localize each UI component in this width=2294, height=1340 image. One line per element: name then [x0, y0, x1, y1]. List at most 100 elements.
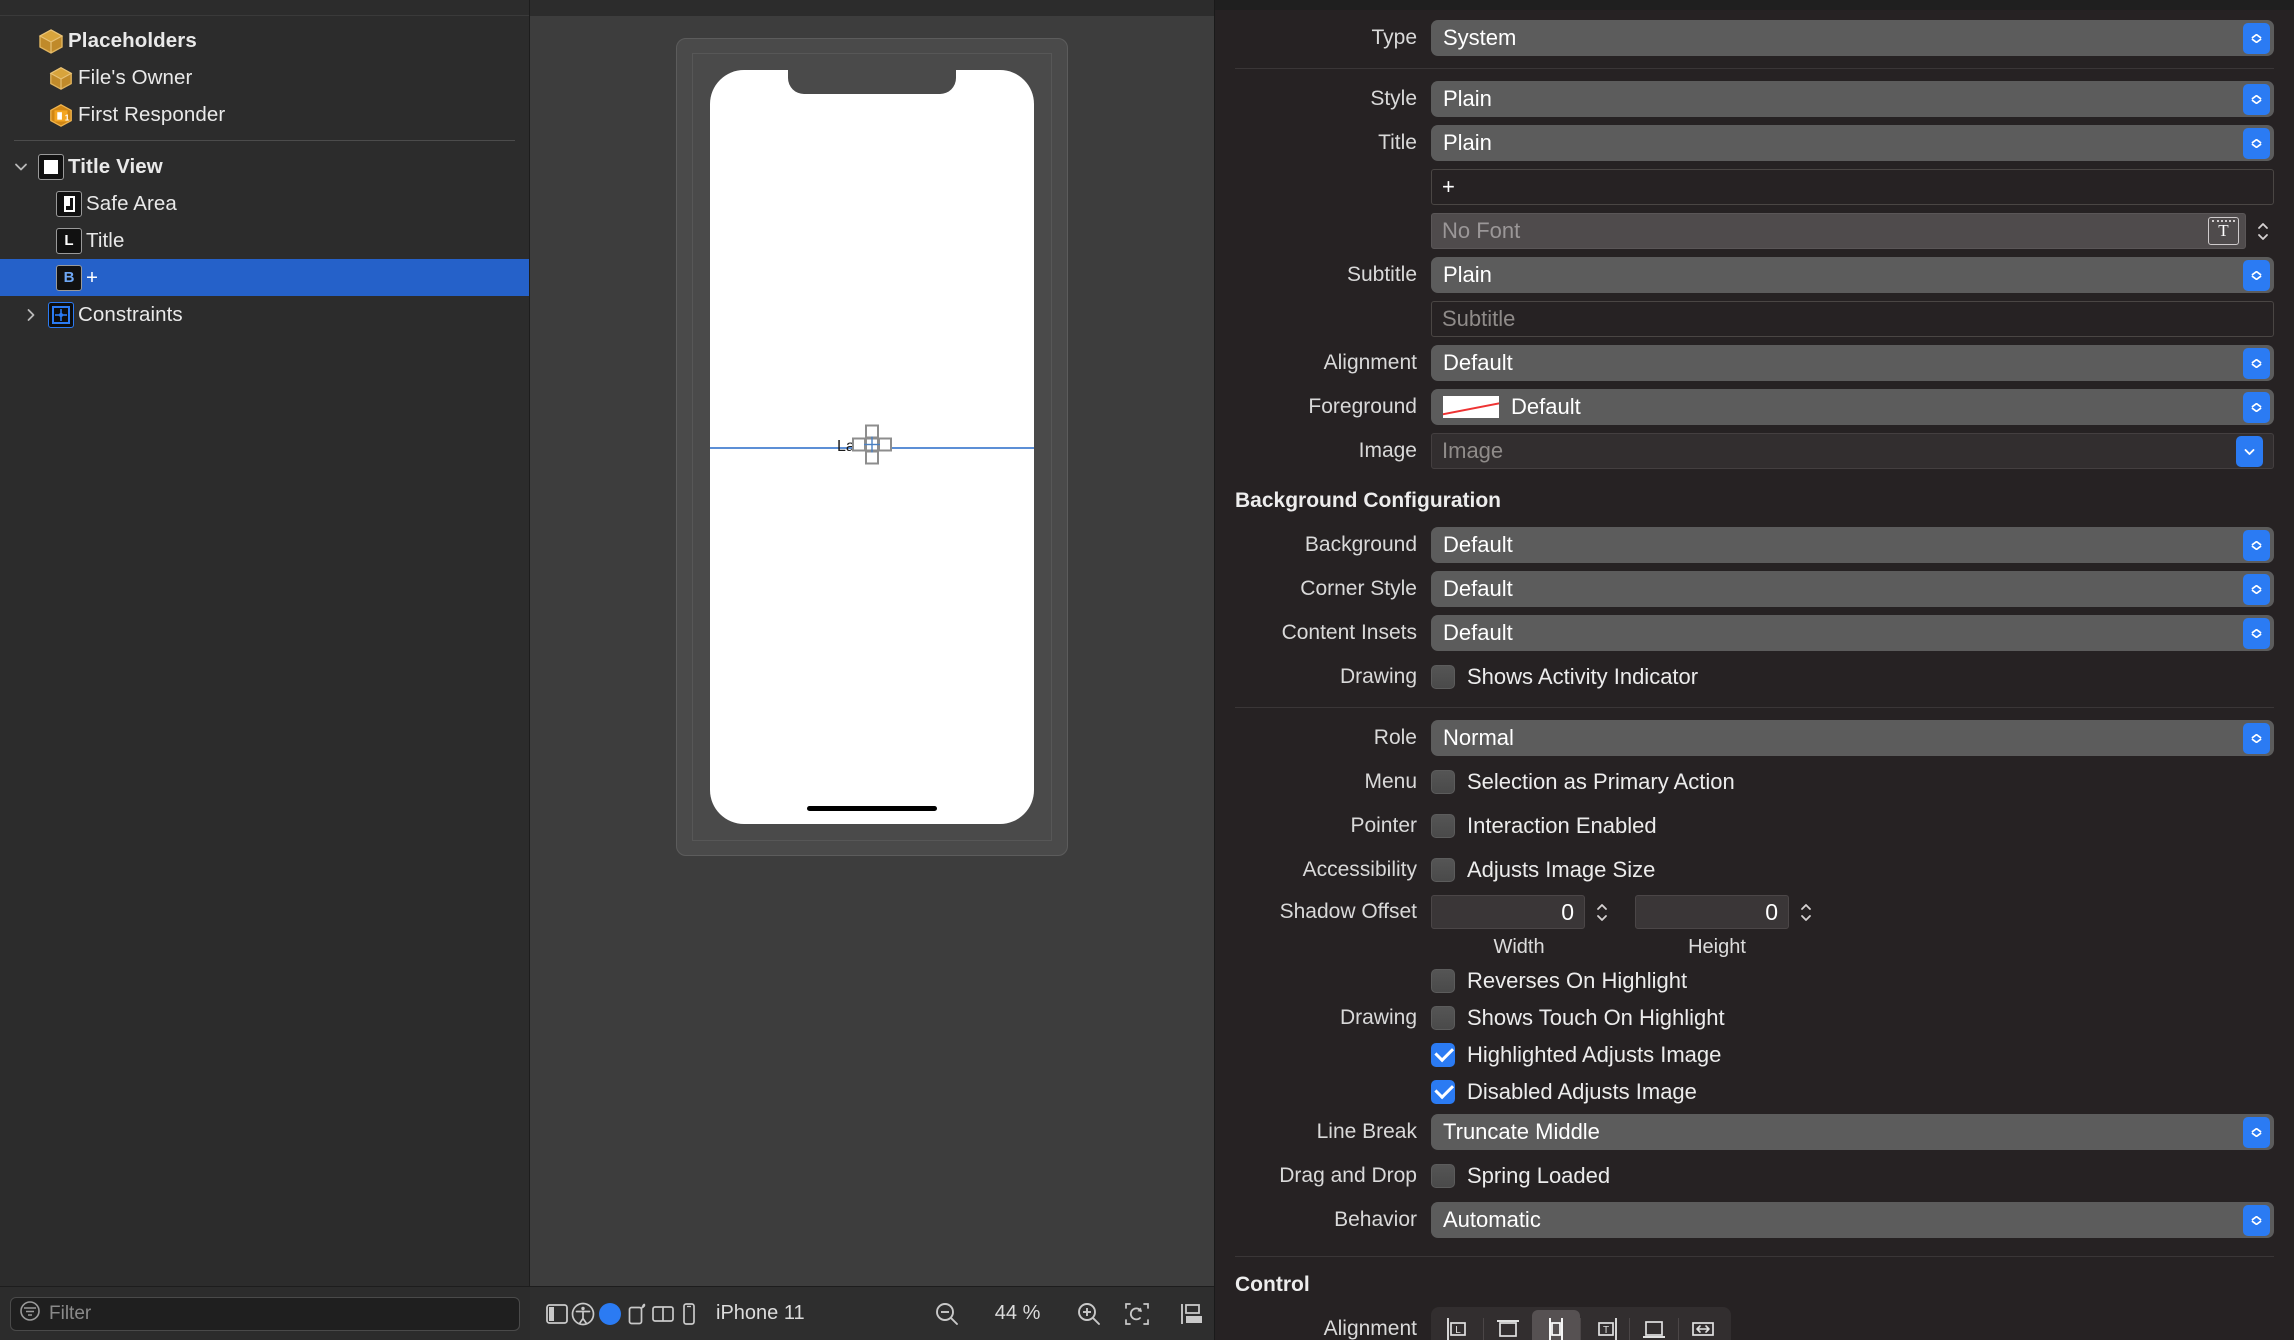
- chevron-updown-icon[interactable]: [2243, 573, 2270, 605]
- outline-row-label: Safe Area: [86, 191, 177, 215]
- subtitle-text-input[interactable]: Subtitle: [1431, 301, 2274, 337]
- reverses-on-highlight-checkbox[interactable]: [1431, 968, 1455, 993]
- document-outline-panel: Placeholders File's Owner 1 First Respon…: [0, 0, 530, 1340]
- font-field[interactable]: No Font T: [1431, 213, 2246, 249]
- foreground-popup[interactable]: Default: [1431, 389, 2274, 425]
- device-icon[interactable]: [676, 1292, 702, 1336]
- title-popup[interactable]: Plain: [1431, 125, 2274, 161]
- subtitle-popup[interactable]: Plain: [1431, 257, 2274, 293]
- align-fill-icon[interactable]: [1679, 1310, 1727, 1340]
- document-outline-tree[interactable]: Placeholders File's Owner 1 First Respon…: [0, 16, 529, 333]
- menu-label: Menu: [1364, 770, 1417, 793]
- zoom-percent-label[interactable]: 44 %: [975, 1302, 1061, 1325]
- field-reverses-on-highlight: Reverses On Highlight: [1215, 962, 2294, 999]
- chevron-updown-icon[interactable]: [2243, 1116, 2270, 1148]
- attributes-inspector-panel[interactable]: Type System Style Plain Title Plain + No…: [1214, 0, 2294, 1340]
- field-subtitle: Subtitle Plain: [1215, 253, 2294, 297]
- shadow-offset-height-stepper[interactable]: [1795, 894, 1817, 930]
- shows-activity-indicator-checkbox[interactable]: [1431, 665, 1455, 689]
- field-behavior: Behavior Automatic: [1215, 1198, 2294, 1242]
- highlighted-adjusts-image-checkbox[interactable]: [1431, 1042, 1455, 1067]
- interaction-enabled-checkbox[interactable]: [1431, 814, 1455, 838]
- content-insets-value: Default: [1443, 620, 1513, 645]
- update-frames-icon[interactable]: [1113, 1292, 1161, 1336]
- accessibility-inspector-icon[interactable]: [570, 1292, 596, 1336]
- adjusts-image-size-checkbox[interactable]: [1431, 858, 1455, 882]
- alignment-popup[interactable]: Default: [1431, 345, 2274, 381]
- embed-in-icon[interactable]: [1167, 1292, 1214, 1336]
- type-popup[interactable]: System: [1431, 20, 2274, 56]
- chevron-updown-icon[interactable]: [2243, 347, 2270, 379]
- device-name-label[interactable]: iPhone 11: [716, 1302, 805, 1325]
- shadow-offset-width-input[interactable]: 0: [1431, 895, 1585, 929]
- behavior-popup[interactable]: Automatic: [1431, 1202, 2274, 1238]
- outline-row-files-owner[interactable]: File's Owner: [0, 59, 529, 96]
- outline-row-safe-area[interactable]: Safe Area: [0, 185, 529, 222]
- field-subtitle-text: Subtitle: [1215, 297, 2294, 341]
- chevron-down-icon[interactable]: [2236, 435, 2263, 467]
- title-text-input[interactable]: +: [1431, 169, 2274, 205]
- role-popup[interactable]: Normal: [1431, 720, 2274, 756]
- outline-row-label: First Responder: [78, 102, 226, 126]
- chevron-updown-icon[interactable]: [2243, 127, 2270, 159]
- outline-row-placeholders[interactable]: Placeholders: [0, 22, 529, 59]
- outline-top-strip: [0, 0, 529, 16]
- corner-style-popup[interactable]: Default: [1431, 571, 2274, 607]
- background-popup[interactable]: Default: [1431, 527, 2274, 563]
- outline-row-title-view[interactable]: Title View: [0, 148, 529, 185]
- align-trailing-icon[interactable]: T: [1581, 1310, 1629, 1340]
- chevron-updown-icon[interactable]: [2243, 1204, 2270, 1236]
- disabled-adjusts-image-checkbox[interactable]: [1431, 1079, 1455, 1104]
- shows-touch-on-highlight-checkbox[interactable]: [1431, 1005, 1455, 1030]
- adjusts-image-size-label: Adjusts Image Size: [1467, 857, 1656, 882]
- chevron-updown-icon[interactable]: [2243, 617, 2270, 649]
- chevron-updown-icon[interactable]: [2243, 529, 2270, 561]
- style-popup[interactable]: Plain: [1431, 81, 2274, 117]
- outline-row-plus-button[interactable]: B +: [0, 259, 529, 296]
- orientation-icon[interactable]: [624, 1292, 650, 1336]
- auto-layout-buttons: [1113, 1292, 1214, 1336]
- interface-builder-canvas[interactable]: Label: [530, 0, 1214, 1340]
- split-view-icon[interactable]: [650, 1292, 676, 1336]
- outline-row-title[interactable]: L Title: [0, 222, 529, 259]
- chevron-down-icon[interactable]: [8, 159, 34, 175]
- drag-drop-label: Drag and Drop: [1279, 1164, 1417, 1187]
- inspector-divider: [1235, 707, 2274, 708]
- align-top-icon[interactable]: [1484, 1310, 1532, 1340]
- show-document-outline-icon[interactable]: [544, 1292, 570, 1336]
- cube-icon: [44, 65, 78, 91]
- align-left-icon[interactable]: L: [1435, 1310, 1483, 1340]
- font-picker-icon[interactable]: T: [2208, 217, 2239, 245]
- shadow-offset-height-input[interactable]: 0: [1635, 895, 1789, 929]
- outline-row-first-responder[interactable]: 1 First Responder: [0, 96, 529, 133]
- safe-area-icon: [52, 190, 86, 217]
- chevron-updown-icon[interactable]: [2243, 391, 2270, 423]
- spring-loaded-checkbox[interactable]: [1431, 1164, 1455, 1188]
- shadow-height-caption: Height: [1688, 935, 1746, 958]
- field-content-insets: Content Insets Default: [1215, 611, 2294, 655]
- appearance-variant-icon[interactable]: [596, 1292, 624, 1336]
- chevron-updown-icon[interactable]: [2243, 83, 2270, 115]
- content-insets-popup[interactable]: Default: [1431, 615, 2274, 651]
- align-center-icon[interactable]: [1532, 1310, 1580, 1340]
- line-break-popup[interactable]: Truncate Middle: [1431, 1114, 2274, 1150]
- zoom-in-icon[interactable]: [1065, 1292, 1113, 1336]
- shows-touch-on-highlight-label: Shows Touch On Highlight: [1467, 1004, 1725, 1030]
- control-alignment-segmented-control[interactable]: L T: [1431, 1307, 1731, 1340]
- font-stepper[interactable]: [2252, 213, 2274, 249]
- filter-input[interactable]: Filter: [10, 1296, 520, 1331]
- chevron-updown-icon[interactable]: [2243, 22, 2270, 54]
- selection-as-primary-action-checkbox[interactable]: [1431, 770, 1455, 794]
- device-screen[interactable]: Label: [710, 70, 1034, 824]
- chevron-updown-icon[interactable]: [2243, 722, 2270, 754]
- chevron-updown-icon[interactable]: [2243, 259, 2270, 291]
- image-combobox[interactable]: Image: [1431, 433, 2274, 469]
- outline-row-constraints[interactable]: Constraints: [0, 296, 529, 333]
- align-bottom-icon[interactable]: [1630, 1310, 1678, 1340]
- alignment-label: Alignment: [1323, 351, 1417, 374]
- chevron-right-icon[interactable]: [18, 307, 44, 323]
- zoom-out-icon[interactable]: [923, 1292, 971, 1336]
- drawing-activity-label: Drawing: [1339, 665, 1417, 688]
- role-label: Role: [1373, 726, 1417, 749]
- shadow-offset-width-stepper[interactable]: [1591, 894, 1613, 930]
